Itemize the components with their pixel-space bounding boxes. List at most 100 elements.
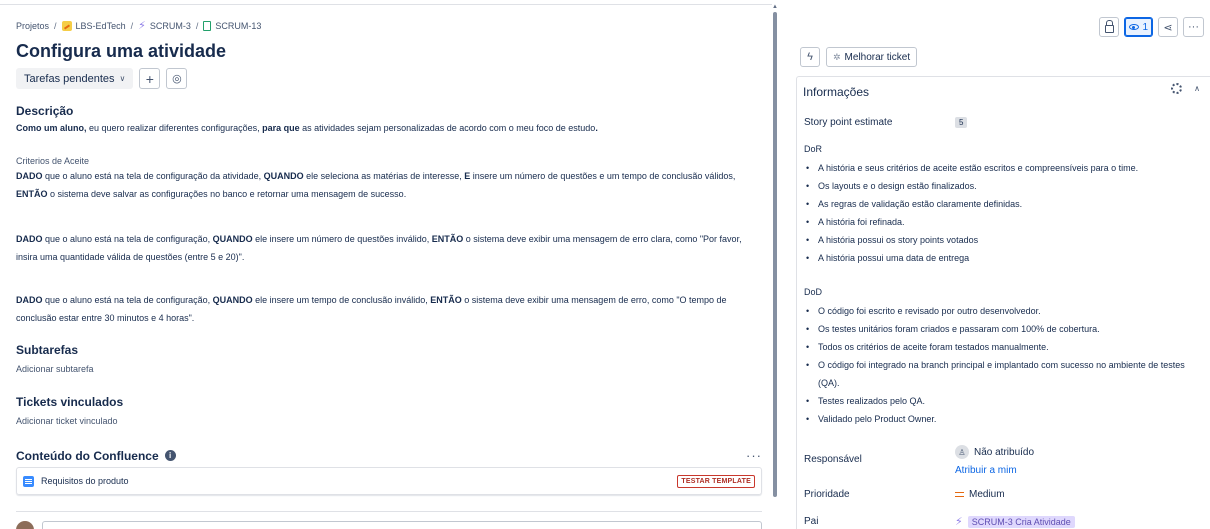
description-intro[interactable]: Como um aluno, eu quero realizar diferen… bbox=[16, 119, 761, 137]
list-item: O código foi escrito e revisado por outr… bbox=[804, 302, 1194, 320]
criteria-3[interactable]: DADO que o aluno está na tela de configu… bbox=[16, 291, 761, 327]
text-bold: QUANDO bbox=[263, 171, 304, 181]
list-item: Validado pelo Product Owner. bbox=[804, 410, 1194, 428]
automation-button[interactable]: ϟ bbox=[800, 47, 820, 67]
details-tools: ∧ bbox=[1171, 83, 1200, 94]
story-point-label: Story point estimate bbox=[804, 117, 893, 128]
document-icon bbox=[23, 475, 34, 487]
chevron-up-icon[interactable]: ∧ bbox=[1194, 84, 1200, 93]
list-item: A história foi refinada. bbox=[804, 213, 1194, 231]
issue-details-pane: 1 ⋖ ··· ϟ ✲ Melhorar ticket Informações … bbox=[778, 0, 1210, 529]
breadcrumb-separator: / bbox=[130, 21, 134, 31]
list-item: O código foi integrado na branch princip… bbox=[804, 356, 1194, 392]
confluence-header: Conteúdo do Confluence i ··· bbox=[16, 448, 762, 463]
assignee-value[interactable]: ♙ Não atribuído bbox=[955, 445, 1034, 459]
text: que o aluno está na tela de configuração… bbox=[42, 171, 264, 181]
gear-icon[interactable] bbox=[1171, 83, 1183, 94]
dor-list[interactable]: A história e seus critérios de aceite es… bbox=[804, 159, 1194, 267]
text-bold: ENTÃO bbox=[431, 234, 464, 244]
status-label: Tarefas pendentes bbox=[24, 72, 115, 85]
list-item: Os testes unitários foram criados e pass… bbox=[804, 320, 1194, 338]
breadcrumb-issue[interactable]: SCRUM-13 bbox=[203, 21, 261, 31]
restrictions-button[interactable] bbox=[1099, 17, 1120, 37]
priority-name: Medium bbox=[969, 489, 1005, 500]
text: o sistema deve salvar as configurações n… bbox=[47, 189, 407, 199]
story-point-value[interactable]: 5 bbox=[955, 117, 968, 128]
list-item: A história possui os story points votado… bbox=[804, 231, 1194, 249]
text: ele insere um número de questões inválid… bbox=[252, 234, 432, 244]
settings-button[interactable]: ◎ bbox=[166, 68, 188, 89]
list-item: A história e seus critérios de aceite es… bbox=[804, 159, 1194, 177]
priority-medium-icon bbox=[955, 492, 964, 497]
chevron-down-icon: ∨ bbox=[119, 74, 126, 83]
details-heading: Informações bbox=[803, 85, 870, 99]
text-bold: ENTÃO bbox=[430, 295, 462, 305]
more-actions-button[interactable]: ··· bbox=[1183, 17, 1204, 37]
text-bold: DADO bbox=[16, 171, 43, 181]
list-item: A história possui uma data de entrega bbox=[804, 249, 1194, 267]
text: ele seleciona as matérias de interesse, bbox=[303, 171, 465, 181]
issue-toolbar: 1 ⋖ ··· bbox=[1099, 17, 1204, 37]
criteria-1[interactable]: DADO que o aluno está na tela de configu… bbox=[16, 167, 761, 203]
details-panel: Informações ∧ Story point estimate 5 DoR… bbox=[796, 76, 1210, 529]
dod-list[interactable]: O código foi escrito e revisado por outr… bbox=[804, 302, 1194, 428]
breadcrumb-projects[interactable]: Projetos bbox=[16, 21, 49, 31]
assignee-label: Responsável bbox=[804, 454, 862, 465]
assignee-name: Não atribuído bbox=[974, 446, 1035, 458]
status-dropdown[interactable]: Tarefas pendentes ∨ bbox=[16, 68, 134, 89]
text-bold: para que bbox=[262, 123, 300, 133]
list-item: Todos os critérios de aceite foram testa… bbox=[804, 338, 1194, 356]
epic-icon: ⚡ bbox=[955, 516, 963, 528]
watch-button[interactable]: 1 bbox=[1124, 17, 1153, 37]
text-bold: ENTÃO bbox=[16, 189, 48, 199]
text: ele insere um tempo de conclusão inválid… bbox=[252, 295, 431, 305]
confluence-page-title: Requisitos do produto bbox=[41, 476, 129, 486]
priority-label: Prioridade bbox=[804, 489, 850, 500]
text: eu quero realizar diferentes configuraçõ… bbox=[86, 123, 263, 133]
issue-actions: Tarefas pendentes ∨ + ◎ bbox=[16, 68, 188, 89]
subtasks-heading: Subtarefas bbox=[16, 343, 79, 357]
add-linked-ticket-link[interactable]: Adicionar ticket vinculado bbox=[16, 416, 118, 426]
add-button[interactable]: + bbox=[139, 68, 161, 89]
parent-epic-tag: SCRUM-3 Cria Atividade bbox=[967, 515, 1075, 528]
text: insere um número de questões e um tempo … bbox=[470, 171, 736, 181]
issue-main-pane: Projetos / LBS-EdTech / ⚡ SCRUM-3 / SCRUM… bbox=[0, 0, 772, 529]
confluence-title: Conteúdo do Confluence i bbox=[16, 449, 176, 463]
info-icon[interactable]: i bbox=[164, 450, 176, 461]
share-icon: ⋖ bbox=[1163, 21, 1173, 34]
parent-value[interactable]: ⚡ SCRUM-3 Cria Atividade bbox=[955, 515, 1075, 528]
more-icon: ··· bbox=[1188, 21, 1199, 33]
eye-icon bbox=[1129, 24, 1140, 30]
template-badge[interactable]: TESTAR TEMPLATE bbox=[677, 474, 755, 488]
project-icon bbox=[61, 21, 72, 31]
confluence-more-button[interactable]: ··· bbox=[746, 448, 762, 463]
text: que o aluno está na tela de configuração… bbox=[42, 234, 213, 244]
lightning-icon: ϟ bbox=[807, 51, 813, 63]
text: que o aluno está na tela de configuração… bbox=[42, 295, 213, 305]
text-bold: QUANDO bbox=[212, 234, 253, 244]
priority-value[interactable]: Medium bbox=[955, 489, 1005, 500]
dod-heading: DoD bbox=[804, 287, 823, 297]
breadcrumb-epic[interactable]: ⚡ SCRUM-3 bbox=[138, 21, 191, 32]
sparkle-icon: ✲ bbox=[833, 51, 841, 62]
breadcrumb-separator: / bbox=[54, 21, 57, 31]
comment-divider bbox=[16, 511, 762, 512]
issue-title[interactable]: Configura uma atividade bbox=[16, 41, 226, 62]
user-icon: ♙ bbox=[955, 445, 969, 459]
text-bold: DADO bbox=[16, 295, 43, 305]
list-item: Os layouts e o design estão finalizados. bbox=[804, 177, 1194, 195]
text-bold: DADO bbox=[16, 234, 43, 244]
comment-input[interactable] bbox=[42, 521, 762, 529]
record-icon: ◎ bbox=[172, 73, 182, 85]
improve-ticket-button[interactable]: ✲ Melhorar ticket bbox=[826, 47, 918, 67]
confluence-page-card[interactable]: Requisitos do produto TESTAR TEMPLATE bbox=[16, 467, 762, 495]
linked-tickets-heading: Tickets vinculados bbox=[16, 395, 124, 409]
add-subtask-link[interactable]: Adicionar subtarefa bbox=[16, 364, 94, 374]
dor-heading: DoR bbox=[804, 144, 823, 154]
scrollbar-thumb[interactable] bbox=[773, 12, 777, 497]
breadcrumb-project[interactable]: LBS-EdTech bbox=[61, 21, 126, 31]
share-button[interactable]: ⋖ bbox=[1158, 17, 1178, 37]
parent-label: Pai bbox=[804, 516, 819, 527]
assign-to-me-link[interactable]: Atribuir a mim bbox=[955, 465, 1017, 476]
criteria-2[interactable]: DADO que o aluno está na tela de configu… bbox=[16, 230, 761, 266]
